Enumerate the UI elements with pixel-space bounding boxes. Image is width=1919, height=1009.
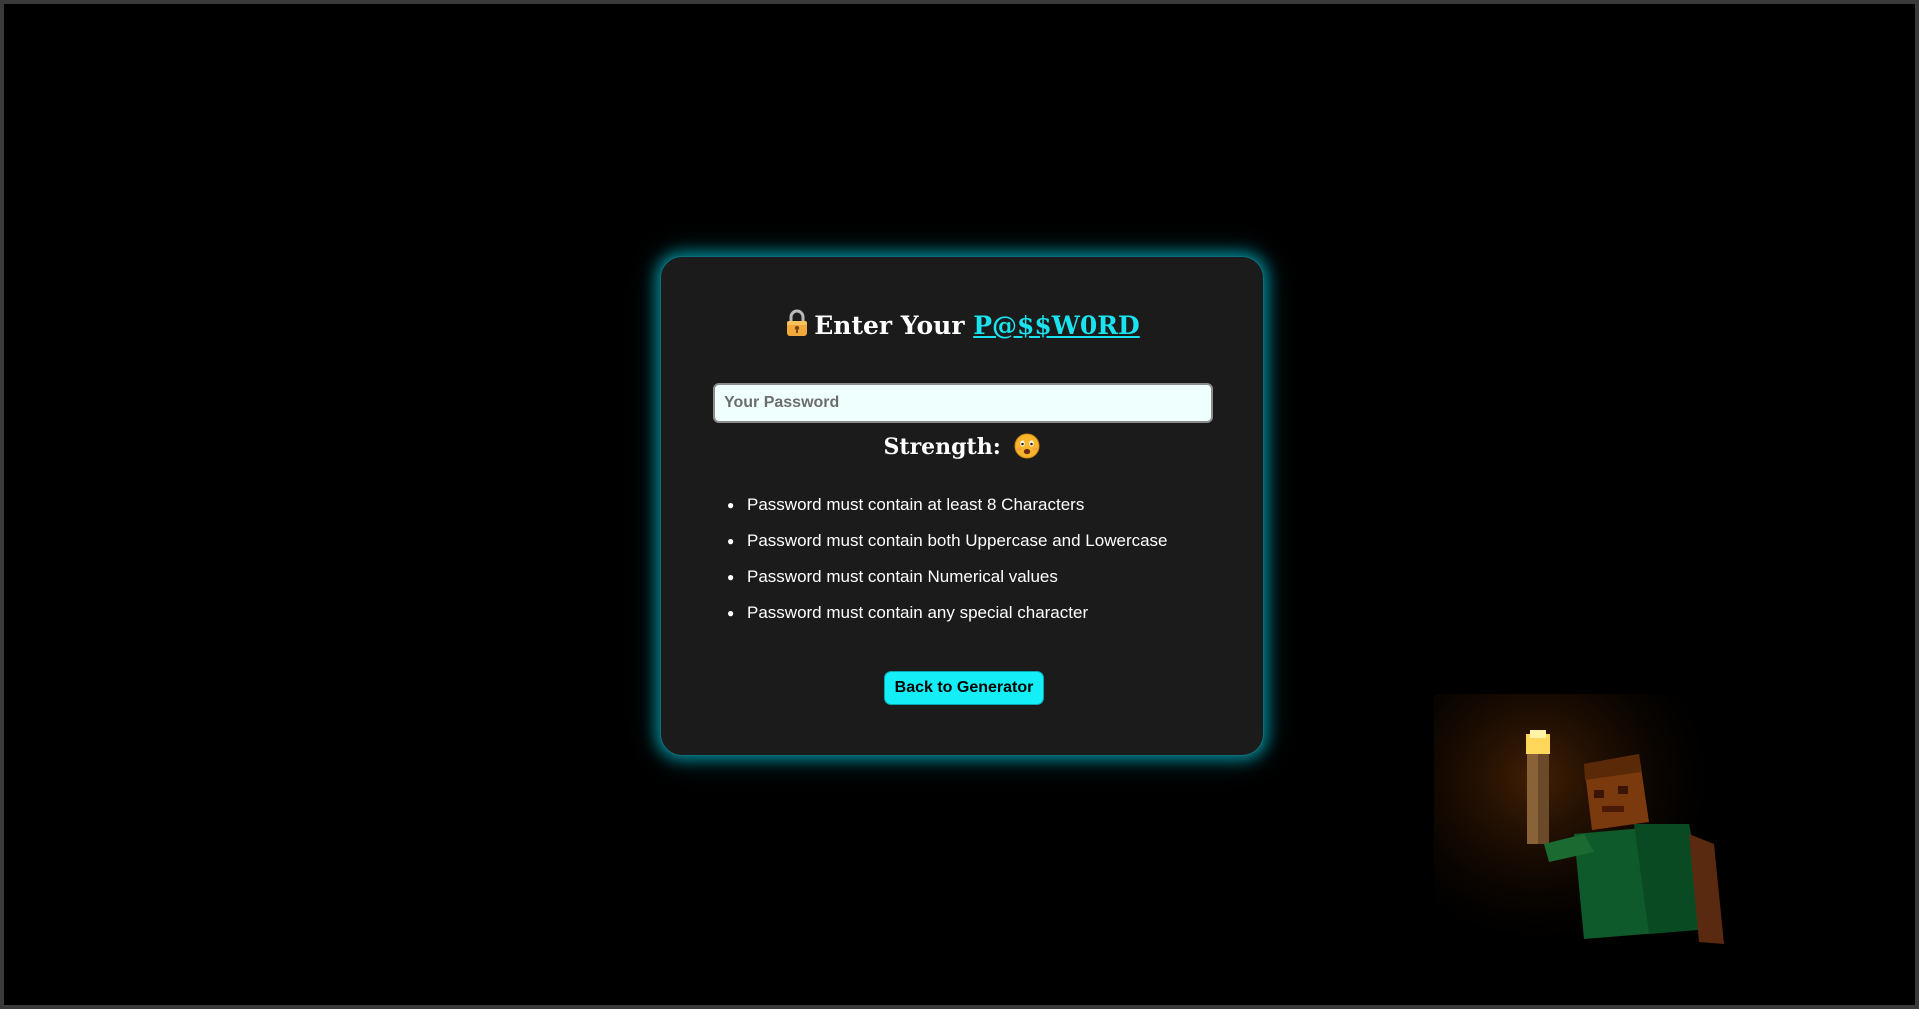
lock-icon (784, 309, 810, 343)
back-to-generator-button[interactable]: Back to Generator (884, 671, 1044, 705)
password-card: Enter Your P@$$W0RD Strength: ● Password… (660, 256, 1264, 756)
rule-item: ● Password must contain both Uppercase an… (723, 523, 1168, 559)
strength-indicator: Strength: (661, 433, 1263, 465)
title-accent-link[interactable]: P@$$W0RD (973, 311, 1140, 340)
password-input[interactable] (713, 383, 1213, 423)
rule-text: Password must contain Numerical values (747, 567, 1058, 586)
rule-item: ● Password must contain Numerical values (723, 559, 1168, 595)
bullet-icon: ● (727, 498, 735, 512)
strength-label: Strength: (883, 434, 1001, 460)
rule-text: Password must contain at least 8 Charact… (747, 495, 1085, 514)
bullet-icon: ● (727, 570, 735, 584)
worried-face-icon (1014, 433, 1040, 465)
minecraft-character-image (1434, 694, 1754, 994)
rule-text: Password must contain both Uppercase and… (747, 531, 1168, 550)
rule-item: ● Password must contain any special chara… (723, 595, 1168, 631)
bullet-icon: ● (727, 606, 735, 620)
title-prefix: Enter Your (814, 311, 974, 340)
rule-text: Password must contain any special charac… (747, 603, 1089, 622)
page-background: Enter Your P@$$W0RD Strength: ● Password… (4, 4, 1915, 1005)
bullet-icon: ● (727, 534, 735, 548)
rule-item: ● Password must contain at least 8 Charac… (723, 487, 1168, 523)
page-title: Enter Your P@$$W0RD (661, 309, 1263, 343)
password-rules-list: ● Password must contain at least 8 Charac… (723, 487, 1168, 631)
